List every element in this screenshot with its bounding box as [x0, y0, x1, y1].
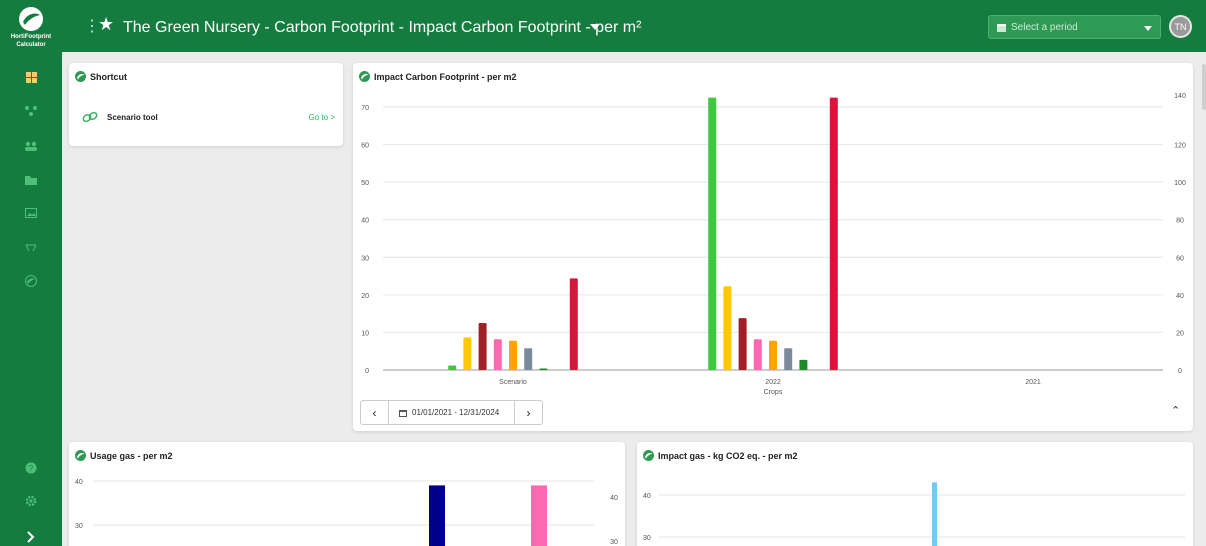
bar	[478, 323, 487, 370]
top-bar: ⋮ ★ The Green Nursery - Carbon Footprint…	[62, 0, 1206, 52]
bar	[429, 485, 445, 546]
impact-gas-card: Impact gas - kg CO2 eq. - per m2 30 40	[637, 442, 1193, 546]
user-avatar[interactable]: TN	[1169, 15, 1192, 38]
bar	[829, 97, 838, 370]
goto-link[interactable]: Go to >	[309, 113, 335, 122]
y-tick-label: 40	[361, 218, 369, 225]
impact-carbon-footprint-card: Impact Carbon Footprint - per m2 0 10 20 30…	[353, 63, 1193, 431]
x-tick-label: 2021	[1025, 379, 1041, 386]
impact-gas-chart: 30 40	[643, 482, 1185, 546]
previous-period-button[interactable]: ‹	[361, 401, 389, 424]
sidebar: HortiFootprint Calculator ?	[0, 0, 62, 546]
bar	[799, 359, 808, 370]
expand-icon[interactable]	[23, 530, 39, 544]
y2-tick-label: 40	[610, 495, 618, 502]
y2-tick-label: 40	[1176, 293, 1184, 300]
scenario-tool-label: Scenario tool	[107, 113, 158, 122]
network-icon[interactable]	[23, 104, 39, 118]
y-tick-label: 10	[361, 330, 369, 337]
calendar-icon	[399, 410, 407, 417]
favorite-star-icon[interactable]: ★	[98, 14, 114, 35]
y-tick-label: 50	[361, 180, 369, 187]
y-tick-label: 0	[365, 368, 369, 375]
calendar-icon	[997, 24, 1006, 32]
bar	[932, 482, 937, 546]
bar	[569, 278, 578, 370]
settings-icon[interactable]	[23, 494, 39, 508]
usage-gas-card: Usage gas - per m2 30 40 30 40	[69, 442, 625, 546]
x-tick-label: 2022	[765, 379, 781, 386]
bar	[769, 340, 777, 370]
bar	[814, 369, 823, 370]
bar	[493, 339, 502, 370]
chevron-down-icon	[1144, 26, 1152, 31]
next-period-button[interactable]: ›	[514, 401, 542, 424]
image-icon[interactable]	[23, 206, 39, 220]
y2-tick-label: 0	[1178, 368, 1182, 375]
scale-icon[interactable]	[23, 240, 39, 254]
x-axis-title: Crops	[764, 389, 783, 396]
page-title: The Green Nursery - Carbon Footprint - I…	[123, 19, 642, 36]
users-icon[interactable]	[23, 139, 39, 153]
bar	[708, 97, 717, 370]
y-tick-label: 40	[75, 479, 83, 486]
footprint-logo-icon[interactable]	[23, 274, 39, 288]
date-range-navigator: ‹ 01/01/2021 - 12/31/2024 ›	[360, 400, 543, 425]
impact-carbon-footprint-chart: 0 10 20 30 40 50 60 70 0 20 40 60 80 100 120 140 Scenari…	[361, 93, 1186, 396]
shortcut-card: Shortcut Scenario tool Go to >	[69, 63, 343, 146]
y2-tick-label: 20	[1176, 330, 1184, 337]
bar	[531, 485, 547, 546]
y-tick-label: 30	[75, 523, 83, 530]
y2-tick-label: 140	[1174, 93, 1186, 100]
dashboard-icon[interactable]	[23, 70, 39, 84]
folder-icon[interactable]	[23, 173, 39, 187]
y2-tick-label: 100	[1174, 180, 1186, 187]
svg-text:?: ?	[29, 464, 34, 473]
period-select[interactable]: Select a period	[988, 15, 1161, 39]
bar	[463, 337, 472, 370]
leaf-logo-icon	[19, 7, 43, 31]
period-placeholder: Select a period	[1011, 22, 1078, 33]
logo-text-bottom: Calculator	[16, 42, 46, 48]
y-tick-label: 30	[643, 535, 651, 542]
y-tick-label: 40	[643, 493, 651, 500]
date-range-text: 01/01/2021 - 12/31/2024	[412, 408, 500, 417]
bar	[509, 340, 517, 370]
y-tick-label: 30	[361, 255, 369, 262]
y-tick-label: 20	[361, 293, 369, 300]
page-scrollbar[interactable]	[1202, 64, 1206, 110]
logo-text-top: HortiFootprint	[10, 34, 52, 40]
bar	[784, 348, 793, 370]
bar	[753, 339, 762, 370]
bar	[738, 318, 747, 370]
bar	[524, 348, 533, 370]
y2-tick-label: 120	[1174, 143, 1186, 150]
help-icon[interactable]: ?	[23, 461, 39, 475]
y2-tick-label: 30	[610, 539, 618, 546]
bar	[539, 368, 548, 370]
usage-gas-chart: 30 40 30 40	[75, 479, 618, 546]
y-tick-label: 70	[361, 105, 369, 112]
bar	[448, 365, 457, 370]
y2-tick-label: 80	[1176, 218, 1184, 225]
y2-tick-label: 60	[1176, 255, 1184, 262]
card-title: Shortcut	[90, 72, 127, 82]
footprint-logo-icon	[75, 71, 86, 82]
x-tick-label: Scenario	[499, 379, 527, 386]
collapse-chevron-icon[interactable]: ⌃	[1171, 404, 1180, 417]
bar	[723, 286, 732, 370]
link-icon	[82, 111, 98, 123]
app-logo[interactable]: HortiFootprint Calculator	[0, 6, 62, 48]
y-tick-label: 60	[361, 143, 369, 150]
title-dropdown-icon[interactable]	[590, 24, 600, 30]
